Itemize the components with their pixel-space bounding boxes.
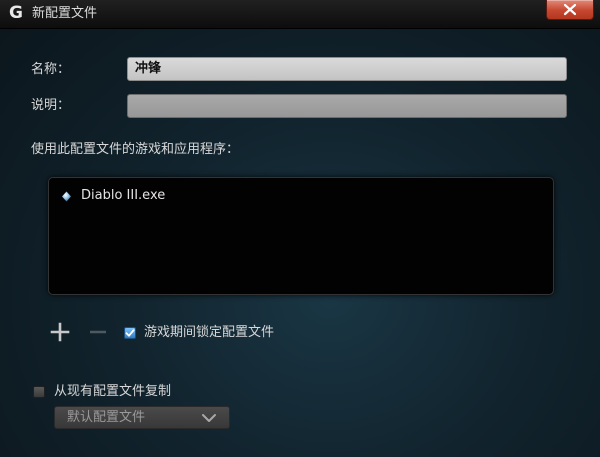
- lock-profile-checkbox[interactable]: [124, 327, 136, 339]
- title-bar[interactable]: G 新配置文件: [0, 0, 600, 29]
- list-item[interactable]: Diablo III.exe: [61, 188, 165, 204]
- close-button[interactable]: [546, 0, 594, 20]
- logitech-g-logo-icon: G: [9, 3, 23, 23]
- name-label: 名称：: [31, 62, 71, 77]
- dropdown-value: 默认配置文件: [67, 410, 146, 425]
- checkmark-icon: [125, 329, 135, 337]
- lock-profile-label[interactable]: 游戏期间锁定配置文件: [144, 325, 274, 341]
- name-input[interactable]: 冲锋: [127, 57, 567, 81]
- description-input[interactable]: [127, 94, 567, 118]
- apps-list[interactable]: Diablo III.exe: [48, 177, 554, 295]
- plus-icon[interactable]: [50, 322, 70, 342]
- copy-profile-label[interactable]: 从现有配置文件复制: [54, 384, 171, 400]
- description-label: 说明：: [31, 98, 71, 113]
- new-profile-dialog: G 新配置文件 名称： 冲锋 说明： 使用此配置文件的游戏和应用程序： Diab…: [0, 0, 600, 457]
- source-profile-dropdown[interactable]: 默认配置文件: [54, 406, 230, 429]
- app-name: Diablo III.exe: [81, 188, 166, 203]
- copy-profile-checkbox[interactable]: [33, 386, 45, 398]
- window-title: 新配置文件: [32, 6, 98, 21]
- apps-section-label: 使用此配置文件的游戏和应用程序：: [31, 142, 240, 157]
- minus-icon[interactable]: [90, 322, 106, 342]
- close-icon: [563, 3, 577, 16]
- app-bullet-icon: [62, 191, 71, 201]
- chevron-down-icon: [202, 414, 216, 422]
